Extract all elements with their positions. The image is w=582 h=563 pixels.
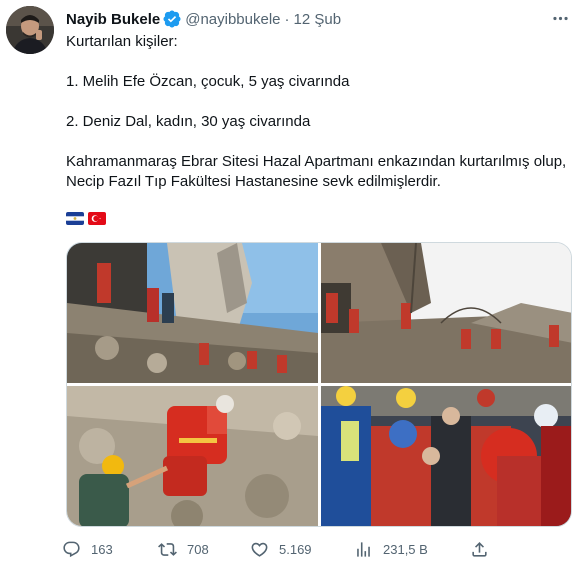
tweet: Nayib Bukele @nayibbukele · 12 Şub Kurta… [0, 0, 582, 563]
views-count: 231,5 B [383, 541, 428, 557]
text-line-person-1: 1. Melih Efe Özcan, çocuk, 5 yaş civarın… [66, 73, 350, 90]
share-button[interactable] [470, 538, 489, 560]
more-options-icon[interactable] [548, 6, 572, 30]
photo-collapsed-building[interactable] [321, 243, 571, 383]
author-handle[interactable]: @nayibbukele [185, 11, 280, 28]
text-line-location: Kahramanmaraş Ebrar Sitesi Hazal Apartma… [66, 153, 567, 190]
text-line-intro: Kurtarılan kişiler: [66, 33, 178, 50]
text-line-person-2: 2. Deniz Dal, kadın, 30 yaş civarında [66, 113, 311, 130]
flag-emojis [66, 212, 106, 225]
analytics-icon [357, 541, 370, 557]
media-grid [66, 242, 572, 527]
retweet-count: 708 [187, 541, 209, 557]
el-salvador-flag-icon [66, 212, 84, 225]
heart-icon [251, 542, 268, 557]
author-name[interactable]: Nayib Bukele [66, 11, 160, 28]
verified-badge-icon [163, 10, 181, 28]
share-icon [472, 541, 487, 557]
tweet-header: Nayib Bukele @nayibbukele · 12 Şub [66, 8, 572, 30]
photo-rescue-crowd[interactable] [321, 386, 571, 526]
like-count: 5.169 [279, 541, 312, 557]
reply-button[interactable]: 163 [62, 538, 113, 560]
views-button[interactable]: 231,5 B [354, 538, 428, 560]
photo-rescuer-helping-survivor[interactable] [67, 386, 318, 526]
avatar[interactable] [6, 6, 54, 54]
action-bar: 163 708 5.169 231,5 B [62, 538, 502, 560]
retweet-icon [158, 542, 177, 556]
retweet-button[interactable]: 708 [158, 538, 209, 560]
turkey-flag-icon [88, 212, 106, 225]
reply-icon [63, 541, 80, 557]
reply-count: 163 [91, 541, 113, 557]
tweet-timestamp[interactable]: 12 Şub [294, 11, 342, 28]
photo-rescuers-on-rubble[interactable] [67, 243, 318, 383]
separator-dot: · [284, 10, 290, 28]
like-button[interactable]: 5.169 [250, 538, 312, 560]
